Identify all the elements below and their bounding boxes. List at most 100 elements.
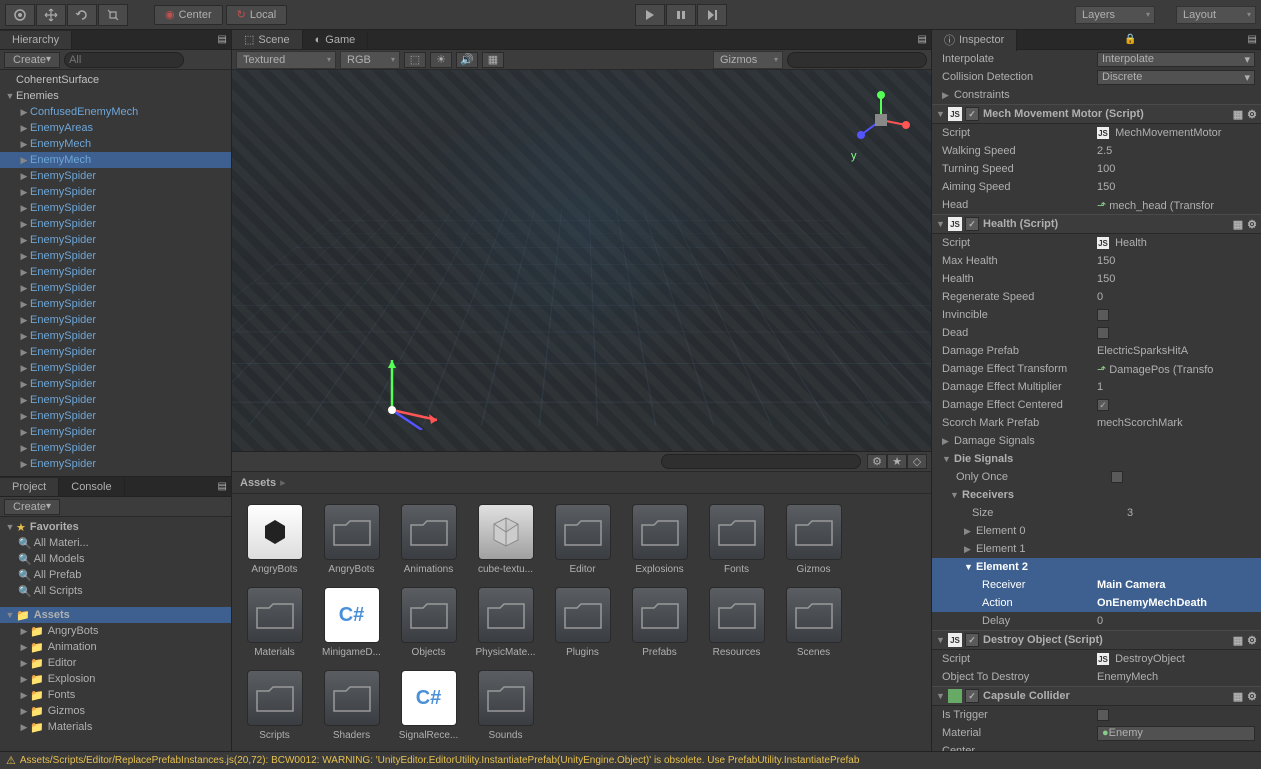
asset-item[interactable]: Editor bbox=[550, 504, 615, 575]
asset-item[interactable]: Fonts bbox=[704, 504, 769, 575]
assets-grid[interactable]: AngryBotsAngryBotsAnimationscube-textu..… bbox=[232, 494, 931, 751]
component-enabled-checkbox[interactable]: ✓ bbox=[965, 107, 979, 121]
hierarchy-item[interactable]: ▶EnemySpider bbox=[0, 360, 231, 376]
scene-fx-toggle[interactable]: ▦ bbox=[482, 52, 504, 68]
hierarchy-item[interactable]: ▶EnemySpider bbox=[0, 216, 231, 232]
interpolate-dropdown[interactable]: Interpolate▾ bbox=[1097, 52, 1255, 67]
folder-item[interactable]: ▶📁Explosion bbox=[0, 671, 231, 687]
favorite-item[interactable]: 🔍All Materi... bbox=[0, 535, 231, 551]
hierarchy-item[interactable]: ▶EnemyMech bbox=[0, 136, 231, 152]
transform-gizmo[interactable] bbox=[372, 350, 452, 430]
hierarchy-item[interactable]: ▶EnemySpider bbox=[0, 296, 231, 312]
panel-menu-icon[interactable]: ▤ bbox=[918, 34, 927, 45]
scorch-prefab-field[interactable]: mechScorchMark bbox=[1097, 417, 1255, 429]
walking-speed-field[interactable]: 2.5 bbox=[1097, 145, 1255, 157]
favorite-item[interactable]: 🔍All Scripts bbox=[0, 583, 231, 599]
hierarchy-item[interactable]: ▶EnemySpider bbox=[0, 264, 231, 280]
panel-menu-icon[interactable]: ▤ bbox=[218, 34, 227, 45]
action-field[interactable]: OnEnemyMechDeath bbox=[1097, 597, 1255, 609]
gizmos-dropdown[interactable]: Gizmos bbox=[713, 51, 783, 69]
material-field[interactable]: ●Enemy bbox=[1097, 726, 1255, 741]
receiver-field[interactable]: Main Camera bbox=[1097, 579, 1255, 591]
assets-search-input[interactable] bbox=[661, 454, 861, 469]
project-create-button[interactable]: Create ▾ bbox=[4, 499, 60, 515]
asset-item[interactable]: Scripts bbox=[242, 670, 307, 741]
layers-dropdown[interactable]: Layers bbox=[1075, 6, 1155, 24]
hierarchy-item[interactable]: CoherentSurface bbox=[0, 72, 231, 88]
receivers-foldout[interactable]: Receivers bbox=[962, 489, 1014, 501]
regenerate-field[interactable]: 0 bbox=[1097, 291, 1255, 303]
hierarchy-tree[interactable]: CoherentSurface▼Enemies▶ConfusedEnemyMec… bbox=[0, 70, 231, 476]
dead-checkbox[interactable] bbox=[1097, 327, 1109, 339]
hierarchy-item[interactable]: ▶EnemySpider bbox=[0, 344, 231, 360]
hierarchy-item[interactable]: ▶EnemySpider bbox=[0, 456, 231, 472]
folder-item[interactable]: ▶📁Animation bbox=[0, 639, 231, 655]
asset-item[interactable]: Prefabs bbox=[627, 587, 692, 658]
gear-icon[interactable]: ⚙ bbox=[1247, 634, 1257, 647]
hierarchy-item[interactable]: ▶EnemySpider bbox=[0, 168, 231, 184]
asset-item[interactable]: Gizmos bbox=[781, 504, 846, 575]
element-1-foldout[interactable]: Element 1 bbox=[976, 543, 1026, 555]
element-0-foldout[interactable]: Element 0 bbox=[976, 525, 1026, 537]
favorite-item[interactable]: 🔍All Prefab bbox=[0, 567, 231, 583]
hierarchy-item[interactable]: ▶EnemyMech bbox=[0, 152, 231, 168]
scene-tab[interactable]: ⬚ Scene bbox=[232, 30, 303, 49]
gear-icon[interactable]: ⚙ bbox=[1247, 108, 1257, 121]
asset-item[interactable]: C#MinigameD... bbox=[319, 587, 384, 658]
damage-mult-field[interactable]: 1 bbox=[1097, 381, 1255, 393]
folder-item[interactable]: ▶📁AngryBots bbox=[0, 623, 231, 639]
head-object-field[interactable]: ⬏ mech_head (Transfor bbox=[1097, 199, 1255, 212]
rotate-tool-button[interactable] bbox=[67, 4, 97, 26]
rgb-dropdown[interactable]: RGB bbox=[340, 51, 400, 69]
hierarchy-item[interactable]: ▶EnemySpider bbox=[0, 408, 231, 424]
component-enabled-checkbox[interactable]: ✓ bbox=[965, 217, 979, 231]
hierarchy-tab[interactable]: Hierarchy bbox=[0, 31, 72, 49]
asset-item[interactable]: C#SignalRece... bbox=[396, 670, 461, 741]
hierarchy-item[interactable]: ▶EnemySpider bbox=[0, 232, 231, 248]
folder-item[interactable]: ▶📁Gizmos bbox=[0, 703, 231, 719]
assets-breadcrumb[interactable]: Assets ▸ bbox=[232, 472, 931, 494]
invincible-checkbox[interactable] bbox=[1097, 309, 1109, 321]
create-button[interactable]: Create ▾ bbox=[4, 52, 60, 68]
asset-item[interactable]: Objects bbox=[396, 587, 461, 658]
project-tab[interactable]: Project bbox=[0, 478, 59, 496]
asset-item[interactable]: Plugins bbox=[550, 587, 615, 658]
hierarchy-item[interactable]: ▶EnemySpider bbox=[0, 200, 231, 216]
folder-item[interactable]: ▶📁Fonts bbox=[0, 687, 231, 703]
component-enabled-checkbox[interactable]: ✓ bbox=[965, 689, 979, 703]
object-to-destroy-field[interactable]: EnemyMech bbox=[1097, 671, 1255, 683]
receivers-size-field[interactable]: 3 bbox=[1127, 507, 1255, 519]
layout-dropdown[interactable]: Layout bbox=[1176, 6, 1256, 24]
health-field[interactable]: 150 bbox=[1097, 273, 1255, 285]
scene-audio-toggle[interactable]: 🔊 bbox=[456, 52, 478, 68]
damage-centered-checkbox[interactable]: ✓ bbox=[1097, 399, 1109, 411]
collision-dropdown[interactable]: Discrete▾ bbox=[1097, 70, 1255, 85]
turning-speed-field[interactable]: 100 bbox=[1097, 163, 1255, 175]
move-tool-button[interactable] bbox=[36, 4, 66, 26]
folder-item[interactable]: ▶📁Materials bbox=[0, 719, 231, 735]
help-icon[interactable]: ▦ bbox=[1233, 108, 1243, 121]
asset-item[interactable]: Resources bbox=[704, 587, 769, 658]
render-mode-dropdown[interactable]: Textured bbox=[236, 51, 336, 69]
destroy-object-header[interactable]: ▼ JS ✓ Destroy Object (Script) ▦ ⚙ bbox=[932, 630, 1261, 650]
local-global-button[interactable]: ↻Local bbox=[226, 5, 288, 25]
constraints-foldout[interactable]: Constraints bbox=[954, 89, 1010, 101]
hierarchy-item[interactable]: ▶EnemySpider bbox=[0, 392, 231, 408]
mech-movement-header[interactable]: ▼ JS ✓ Mech Movement Motor (Script) ▦ ⚙ bbox=[932, 104, 1261, 124]
assets-filter-button[interactable]: ⚙ bbox=[867, 454, 887, 469]
hierarchy-item[interactable]: ▶EnemySpider bbox=[0, 280, 231, 296]
asset-item[interactable]: Sounds bbox=[473, 670, 538, 741]
game-tab[interactable]: ◐ Game bbox=[303, 31, 369, 49]
scene-viewport[interactable]: y bbox=[232, 70, 931, 451]
die-signals-foldout[interactable]: Die Signals bbox=[954, 453, 1013, 465]
asset-item[interactable]: Animations bbox=[396, 504, 461, 575]
max-health-field[interactable]: 150 bbox=[1097, 255, 1255, 267]
pivot-center-button[interactable]: ◉Center bbox=[154, 5, 223, 25]
panel-menu-icon[interactable]: ▤ bbox=[218, 481, 227, 492]
capsule-collider-header[interactable]: ▼ ✓ Capsule Collider ▦ ⚙ bbox=[932, 686, 1261, 706]
health-header[interactable]: ▼ JS ✓ Health (Script) ▦ ⚙ bbox=[932, 214, 1261, 234]
orientation-gizmo[interactable]: y bbox=[851, 90, 911, 150]
assets-root[interactable]: ▼📁Assets bbox=[0, 607, 231, 623]
element-2-foldout[interactable]: ▼Element 2 bbox=[932, 558, 1261, 576]
asset-item[interactable]: Materials bbox=[242, 587, 307, 658]
